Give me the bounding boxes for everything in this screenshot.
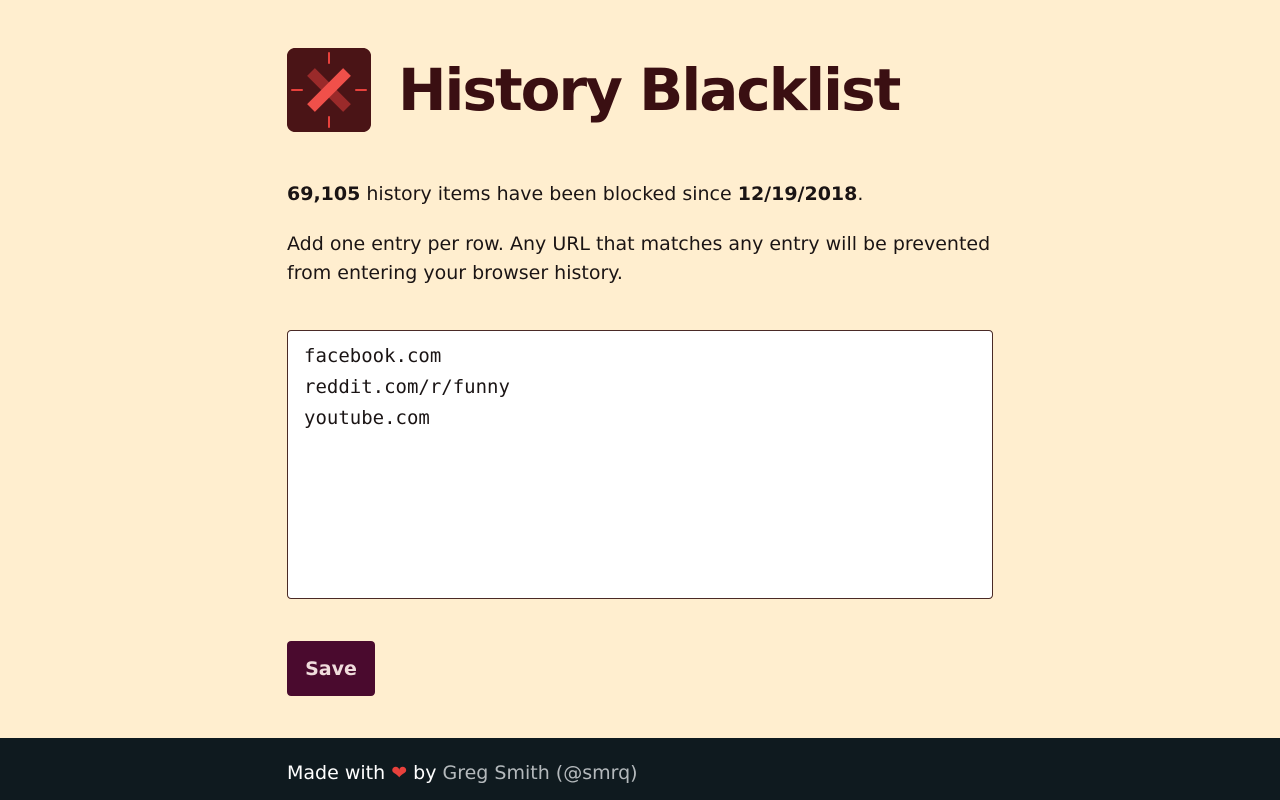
header: History Blacklist — [287, 48, 901, 132]
heart-icon: ❤ — [391, 762, 408, 784]
page-title: History Blacklist — [398, 56, 901, 124]
blacklist-textarea[interactable]: facebook.com reddit.com/r/funny youtube.… — [287, 330, 993, 599]
footer-by: by — [407, 762, 443, 784]
author-link[interactable]: Greg Smith (@smrq) — [443, 762, 638, 784]
stats-text: history items have been blocked since — [360, 183, 738, 205]
blocked-count: 69,105 — [287, 183, 361, 205]
block-stats: 69,105 history items have been blocked s… — [287, 180, 993, 208]
footer-credit: Made with ❤ by Greg Smith (@smrq) — [287, 738, 638, 800]
footer: Made with ❤ by Greg Smith (@smrq) — [0, 738, 1280, 800]
footer-made-with: Made with — [287, 762, 392, 784]
save-button[interactable]: Save — [287, 641, 375, 696]
instructions-text: Add one entry per row. Any URL that matc… — [287, 233, 991, 284]
since-date: 12/19/2018 — [737, 183, 858, 205]
stats-period: . — [857, 183, 864, 205]
blocked-x-icon — [287, 48, 371, 132]
